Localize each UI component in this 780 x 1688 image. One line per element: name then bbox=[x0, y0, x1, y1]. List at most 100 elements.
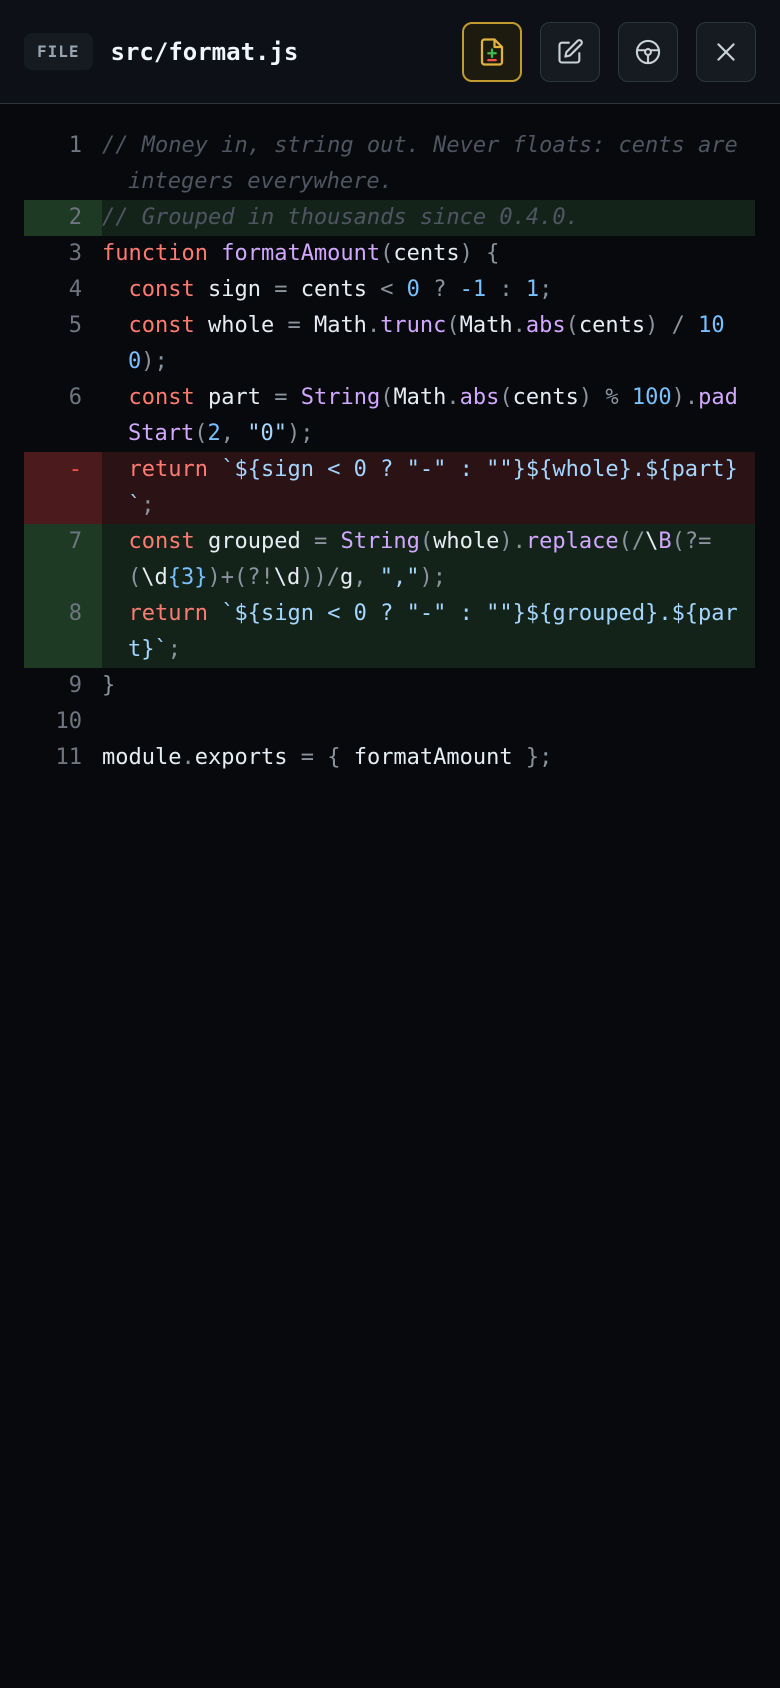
removed-line: - return `${sign < 0 ? "-" : ""}${whole}… bbox=[0, 452, 780, 524]
code-token: sign bbox=[194, 277, 275, 302]
code-token: \ bbox=[645, 529, 659, 554]
code-token: grouped bbox=[194, 529, 314, 554]
line-number: 3 bbox=[68, 241, 82, 266]
code-token: = bbox=[287, 313, 301, 338]
line-content: const grouped = String(whole).replace(/\… bbox=[102, 524, 755, 596]
code-token: replace bbox=[525, 529, 619, 554]
code-token: "0" bbox=[247, 421, 287, 446]
steering-wheel-icon bbox=[635, 39, 661, 64]
line-content: return `${sign < 0 ? "-" : ""}${grouped}… bbox=[102, 596, 755, 668]
line-content: return `${sign < 0 ? "-" : ""}${whole}.$… bbox=[102, 452, 755, 524]
code-token: 2 bbox=[207, 421, 221, 446]
code-token: ))/ bbox=[300, 565, 340, 590]
code-token: // Money in, string out. Never floats: c… bbox=[102, 133, 752, 194]
code-line: 5 const whole = Math.trunc(Math.abs(cent… bbox=[0, 308, 780, 380]
line-number: 8 bbox=[24, 596, 102, 668]
code-token: )+(?! bbox=[207, 565, 274, 590]
code-token: } bbox=[102, 673, 116, 698]
code-token: g bbox=[339, 565, 354, 590]
code-token: 100 bbox=[631, 385, 672, 410]
code-token: . bbox=[181, 745, 195, 770]
added-line: 8 return `${sign < 0 ? "-" : ""}${groupe… bbox=[0, 596, 780, 668]
code-line: 9} bbox=[0, 668, 780, 704]
code-token: 1 bbox=[512, 277, 540, 302]
code-token: ; bbox=[539, 277, 553, 302]
code-token: const bbox=[102, 313, 195, 338]
code-line: 3 function formatAmount(cents) { bbox=[0, 236, 780, 272]
code-token: ); bbox=[419, 565, 446, 590]
line-content: // Grouped in thousands since 0.4.0. bbox=[102, 200, 755, 236]
line-number: 9 bbox=[68, 673, 82, 698]
code-token: ) / bbox=[645, 313, 699, 338]
close-button[interactable] bbox=[696, 21, 756, 82]
code-token: , bbox=[353, 565, 380, 590]
line-number: 1 bbox=[68, 133, 82, 158]
code-token: String bbox=[287, 385, 381, 410]
code-token: cents bbox=[578, 313, 646, 338]
line-number: - bbox=[24, 452, 102, 524]
line-number: 7 bbox=[24, 524, 102, 596]
code-line: 4 const sign = cents < 0 ? -1 : 1; bbox=[0, 272, 780, 308]
code-token: (/ bbox=[618, 529, 646, 554]
code-token: ); bbox=[286, 421, 314, 446]
code-token: cents bbox=[393, 241, 460, 266]
line-content: module.exports = { formatAmount }; bbox=[102, 740, 755, 776]
code-token: = bbox=[274, 385, 288, 410]
file-path: src/format.js bbox=[110, 37, 299, 66]
edit-icon bbox=[558, 38, 583, 64]
code-token: ( bbox=[194, 421, 208, 446]
code-token: abs bbox=[459, 385, 500, 410]
code-line: 10 bbox=[0, 704, 780, 740]
line-content: const part = String(Math.abs(cents) % 10… bbox=[102, 380, 755, 452]
code-token: const bbox=[102, 385, 195, 410]
line-number: 6 bbox=[68, 385, 82, 410]
code-token: : bbox=[499, 277, 513, 302]
code-token: cents bbox=[512, 385, 579, 410]
code-token: ) bbox=[459, 241, 473, 266]
code-token: = bbox=[313, 529, 328, 554]
line-content: const whole = Math.trunc(Math.abs(cents)… bbox=[102, 308, 755, 380]
code-token: ( bbox=[380, 241, 394, 266]
code-token: 0 bbox=[393, 277, 434, 302]
code-line: 6 const part = String(Math.abs(cents) % … bbox=[0, 380, 780, 452]
code-token: Math bbox=[459, 313, 513, 338]
code-token: trunc bbox=[380, 313, 447, 338]
code-token: const bbox=[102, 277, 195, 302]
code-token: \d bbox=[273, 565, 301, 590]
edit-button[interactable] bbox=[540, 21, 600, 82]
diff-file-button[interactable] bbox=[462, 21, 522, 82]
line-number: 11 bbox=[55, 745, 83, 770]
code-token: ( bbox=[499, 385, 513, 410]
file-header: FILE src/format.js bbox=[0, 0, 780, 104]
code-token: }; bbox=[525, 745, 553, 770]
file-diff-icon bbox=[480, 37, 504, 66]
code-token: whole bbox=[433, 529, 500, 554]
code-token: . bbox=[366, 313, 381, 338]
code-token: ? bbox=[433, 277, 447, 302]
code-token: exports bbox=[194, 745, 301, 770]
code-token: return bbox=[102, 601, 208, 626]
code-token: . bbox=[512, 313, 526, 338]
code-token: {3} bbox=[167, 565, 208, 590]
file-badge: FILE bbox=[24, 33, 93, 70]
line-content: // Money in, string out. Never floats: c… bbox=[102, 128, 755, 200]
code-token: cents bbox=[287, 277, 381, 302]
code-token: module bbox=[102, 745, 182, 770]
code-token: `${sign < 0 ? "-" : ""}${whole}.${part}` bbox=[128, 457, 738, 518]
code-token: = bbox=[274, 277, 288, 302]
steering-button[interactable] bbox=[618, 21, 678, 82]
code-token: ( bbox=[419, 529, 434, 554]
line-number: 5 bbox=[68, 313, 82, 338]
code-token: < bbox=[380, 277, 394, 302]
code-token: ); bbox=[141, 349, 168, 374]
code-token: formatAmount bbox=[221, 241, 381, 266]
line-number: 2 bbox=[24, 200, 102, 236]
code-token: String bbox=[327, 529, 420, 554]
code-token: `${sign < 0 ? "-" : ""}${grouped}.${part… bbox=[128, 601, 738, 662]
line-number: 4 bbox=[68, 277, 82, 302]
code-line: 1 // Money in, string out. Never floats: … bbox=[0, 128, 780, 200]
code-token: { bbox=[472, 241, 500, 266]
code-token: const bbox=[102, 529, 195, 554]
